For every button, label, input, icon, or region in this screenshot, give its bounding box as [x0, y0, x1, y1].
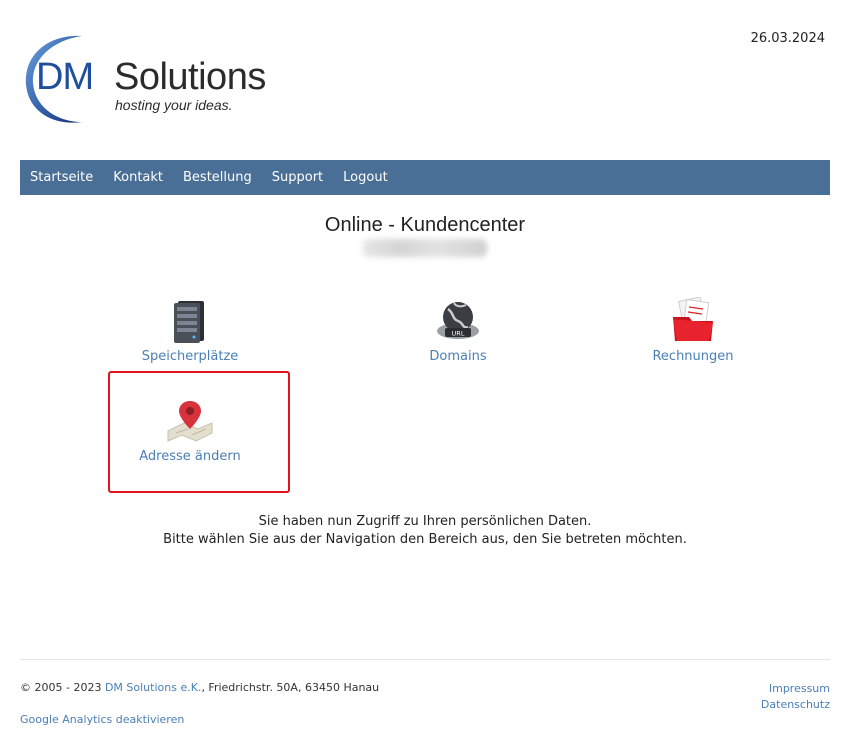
map-pin-icon: [167, 401, 213, 442]
tile-label: Rechnungen: [652, 349, 734, 364]
tile-label: Adresse ändern: [139, 449, 241, 464]
server-icon: [174, 301, 204, 343]
datenschutz-link[interactable]: Datenschutz: [761, 697, 830, 713]
folder-invoices-icon: [673, 297, 713, 341]
tile-rechnungen[interactable]: Rechnungen: [603, 297, 783, 364]
tile-domains[interactable]: URL Domains: [368, 297, 548, 364]
impressum-link[interactable]: Impressum: [761, 681, 830, 697]
svg-text:URL: URL: [452, 330, 465, 338]
copyright-prefix: © 2005 - 2023: [20, 681, 105, 694]
company-link[interactable]: DM Solutions e.K.: [105, 681, 201, 694]
footer-divider: [20, 659, 830, 660]
customer-name-blurred: [363, 239, 487, 257]
google-analytics-optout-link[interactable]: Google Analytics deaktivieren: [20, 713, 184, 726]
footer-copyright: © 2005 - 2023 DM Solutions e.K., Friedri…: [20, 681, 379, 694]
dm-solutions-logo[interactable]: DM Solutions hosting your ideas.: [24, 34, 294, 126]
current-date: 26.03.2024: [750, 31, 825, 46]
nav-item-logout[interactable]: Logout: [343, 160, 388, 195]
tile-speicherplaetze[interactable]: Speicherplätze: [100, 297, 280, 364]
copyright-suffix: , Friedrichstr. 50A, 63450 Hanau: [201, 681, 380, 694]
nav-item-startseite[interactable]: Startseite: [30, 160, 93, 195]
tile-label: Speicherplätze: [141, 349, 239, 364]
tile-adresse-aendern[interactable]: Adresse ändern: [100, 397, 280, 464]
tile-label: Domains: [429, 349, 487, 364]
info-text: Sie haben nun Zugriff zu Ihren persönlic…: [0, 513, 850, 549]
info-line-2: Bitte wählen Sie aus der Navigation den …: [163, 532, 687, 547]
nav-item-support[interactable]: Support: [272, 160, 323, 195]
logo-word-text: Solutions: [114, 56, 266, 98]
page-title: Online - Kundencenter: [324, 214, 526, 236]
globe-url-icon: URL: [437, 302, 479, 339]
nav-item-bestellung[interactable]: Bestellung: [183, 160, 252, 195]
footer-legal-links: Impressum Datenschutz: [761, 681, 830, 713]
logo-dm-text: DM: [36, 56, 94, 98]
nav-item-kontakt[interactable]: Kontakt: [113, 160, 163, 195]
main-navigation: Startseite Kontakt Bestellung Support Lo…: [20, 160, 830, 195]
logo-tagline: hosting your ideas.: [115, 97, 233, 113]
info-line-1: Sie haben nun Zugriff zu Ihren persönlic…: [258, 514, 592, 529]
